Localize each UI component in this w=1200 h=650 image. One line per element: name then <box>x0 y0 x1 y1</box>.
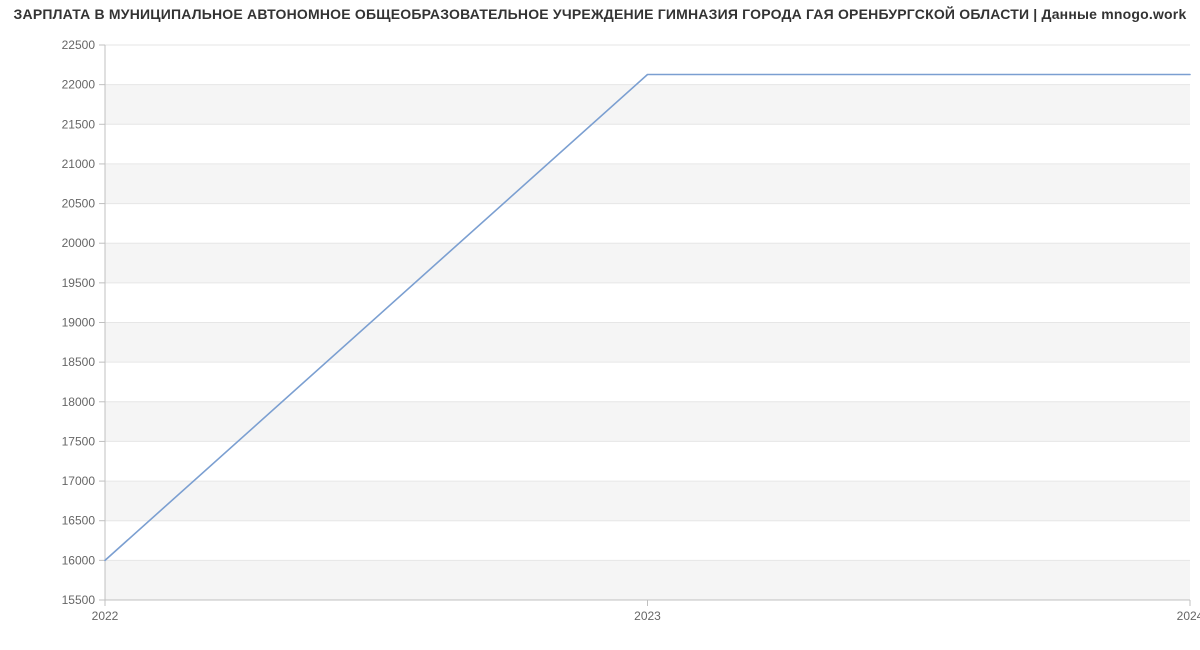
y-tick-label: 19000 <box>62 316 96 330</box>
y-tick-label: 16500 <box>62 514 96 528</box>
y-tick-label: 16000 <box>62 553 96 567</box>
x-tick-label: 2023 <box>634 609 661 623</box>
y-tick-label: 17000 <box>62 474 96 488</box>
x-tick-label: 2024 <box>1177 609 1200 623</box>
y-tick-label: 15500 <box>62 593 96 607</box>
line-chart: 15500 16000 16500 17000 17500 18000 18500 19000… <box>0 0 1200 650</box>
y-tick-label: 20500 <box>62 197 96 211</box>
y-tick-label: 21500 <box>62 117 96 131</box>
y-tick-label: 17500 <box>62 434 96 448</box>
y-tick-label: 18500 <box>62 355 96 369</box>
x-tick-label: 2022 <box>92 609 119 623</box>
y-tick-label: 21000 <box>62 157 96 171</box>
y-tick-label: 22000 <box>62 78 96 92</box>
y-tick-label: 19500 <box>62 276 96 290</box>
y-tick-label: 22500 <box>62 38 96 52</box>
chart-title: ЗАРПЛАТА В МУНИЦИПАЛЬНОЕ АВТОНОМНОЕ ОБЩЕ… <box>0 6 1200 22</box>
y-tick-label: 20000 <box>62 236 96 250</box>
y-tick-label: 18000 <box>62 395 96 409</box>
